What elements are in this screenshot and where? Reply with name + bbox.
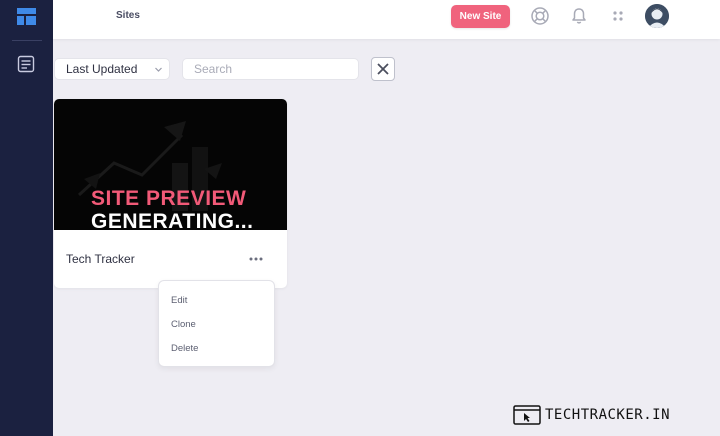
apps-grid-icon[interactable] (608, 6, 628, 26)
sidebar-divider (12, 40, 42, 41)
site-name: Tech Tracker (66, 252, 135, 266)
bell-icon[interactable] (569, 6, 589, 26)
clear-search-button[interactable] (371, 57, 395, 81)
top-bar: Sites New Site (53, 0, 720, 39)
menu-item-clone[interactable]: Clone (171, 319, 196, 330)
preview-status-line2: GENERATING... (91, 210, 254, 230)
lifebuoy-icon[interactable] (530, 6, 550, 26)
user-avatar-icon (645, 4, 669, 28)
dashboard-logo-icon[interactable] (17, 8, 36, 25)
preview-status-line1: SITE PREVIEW (91, 187, 247, 210)
sort-select-value: Last Updated (66, 62, 138, 76)
watermark-text: TECHTRACKER.IN (545, 407, 671, 423)
ellipsis-icon[interactable] (247, 254, 265, 264)
menu-item-edit[interactable]: Edit (171, 295, 187, 306)
site-context-menu: Edit Clone Delete (158, 280, 275, 367)
page-title: Sites (116, 10, 140, 21)
avatar[interactable] (645, 4, 669, 28)
sort-select[interactable]: Last Updated (54, 58, 170, 80)
sidebar (0, 0, 53, 436)
watermark: TECHTRACKER.IN (513, 405, 703, 427)
page-icon[interactable] (17, 55, 35, 73)
new-site-button[interactable]: New Site (451, 5, 510, 28)
site-preview[interactable]: SITE PREVIEW GENERATING... (54, 99, 287, 230)
menu-item-delete[interactable]: Delete (171, 343, 198, 354)
close-icon (377, 63, 389, 75)
browser-cursor-icon (513, 405, 541, 425)
chevron-down-icon (155, 67, 162, 72)
search-input[interactable] (182, 58, 359, 80)
site-card[interactable]: SITE PREVIEW GENERATING... Tech Tracker (54, 99, 287, 288)
